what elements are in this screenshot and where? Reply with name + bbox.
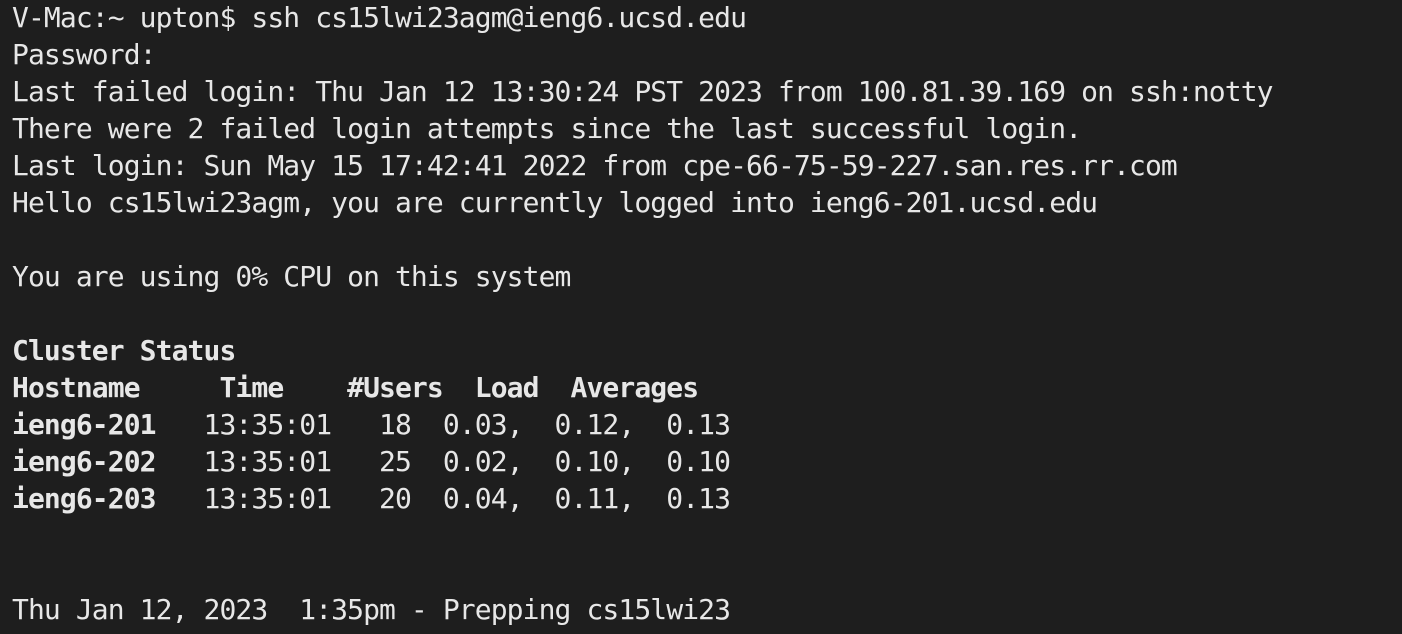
- row-values: 13:35:01 20 0.04, 0.11, 0.13: [155, 482, 731, 515]
- cluster-status-row-ieng6-201: ieng6-201 13:35:01 18 0.03, 0.12, 0.13: [12, 406, 1273, 443]
- terminal-line-last-failed-login: Last failed login: Thu Jan 12 13:30:24 P…: [12, 75, 1274, 108]
- cluster-status-row-ieng6-203: ieng6-203 13:35:01 20 0.04, 0.11, 0.13: [12, 480, 1273, 517]
- terminal-line-motd-date: Thu Jan 12, 2023 1:35pm - Prepping cs15l…: [12, 593, 731, 626]
- row-values: 13:35:01 25 0.02, 0.10, 0.10: [155, 445, 731, 478]
- terminal-line-ssh-command: V-Mac:~ upton$ ssh cs15lwi23agm@ieng6.uc…: [12, 1, 747, 34]
- terminal-line-failed-attempts: There were 2 failed login attempts since…: [12, 112, 1082, 145]
- row-values: 13:35:01 18 0.03, 0.12, 0.13: [155, 408, 731, 441]
- cluster-status-header: Hostname Time #Users Load Averages: [12, 371, 699, 404]
- cluster-status-row-ieng6-202: ieng6-202 13:35:01 25 0.02, 0.10, 0.10: [12, 443, 1273, 480]
- terminal-line-last-login: Last login: Sun May 15 17:42:41 2022 fro…: [12, 149, 1178, 182]
- cluster-status-title: Cluster Status: [12, 334, 236, 367]
- terminal-output: V-Mac:~ upton$ ssh cs15lwi23agm@ieng6.uc…: [12, 0, 1274, 628]
- terminal-clipped-next-line: [12, 628, 612, 634]
- hostname-cell: ieng6-202: [12, 445, 157, 478]
- terminal-line-hello: Hello cs15lwi23agm, you are currently lo…: [12, 186, 1098, 219]
- terminal-line-password-prompt: Password:: [12, 38, 157, 71]
- hostname-cell: ieng6-203: [12, 482, 157, 515]
- hostname-cell: ieng6-201: [12, 408, 157, 441]
- terminal-line-cpu-usage: You are using 0% CPU on this system: [12, 260, 571, 293]
- terminal-window[interactable]: V-Mac:~ upton$ ssh cs15lwi23agm@ieng6.uc…: [0, 0, 1402, 634]
